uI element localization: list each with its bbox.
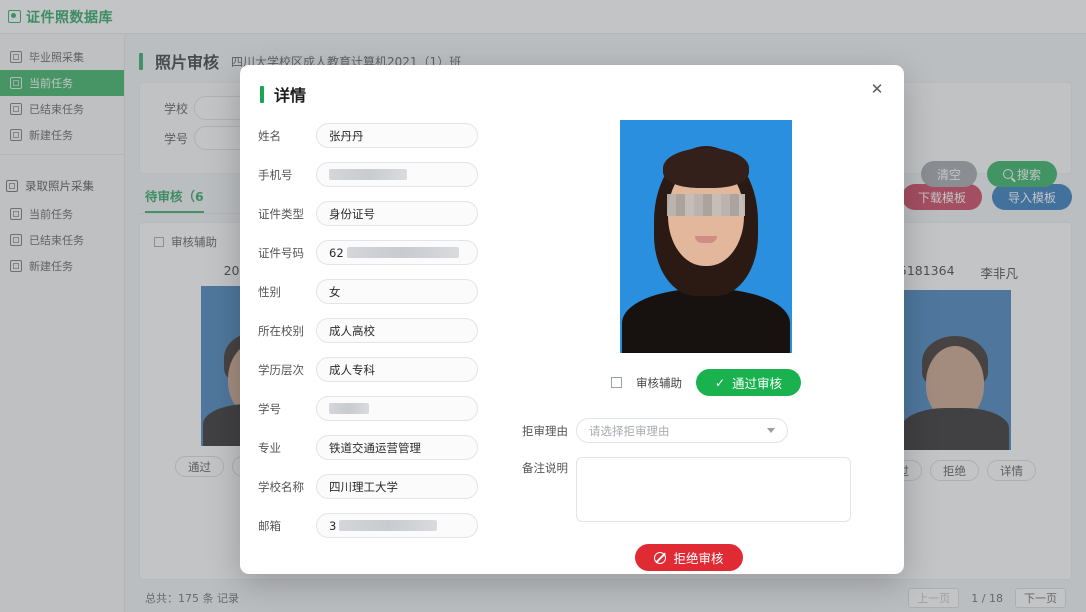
reject-reason-placeholder: 请选择拒审理由: [589, 423, 670, 438]
field-label: 手机号: [258, 167, 293, 182]
reject-review-label: 拒绝审核: [673, 551, 724, 566]
form-row-campus-type: 所在校别 成人高校: [258, 311, 502, 350]
photo-mouth: [695, 236, 717, 243]
field-value-phone[interactable]: [316, 162, 478, 187]
form-row-id-number: 证件号码 62: [258, 233, 502, 272]
approve-button[interactable]: ✓ 通过审核: [695, 369, 802, 396]
field-label: 专业: [258, 440, 281, 455]
field-label: 姓名: [258, 128, 281, 143]
field-value-major[interactable]: 铁道交通运营管理: [316, 435, 478, 460]
form-row-education-level: 学历层次 成人专科: [258, 350, 502, 389]
form-row-major: 专业 铁道交通运营管理: [258, 428, 502, 467]
field-label: 学号: [258, 401, 281, 416]
form-row-name: 姓名 张丹丹: [258, 116, 502, 155]
field-label: 证件类型: [258, 206, 304, 221]
form-row-id-type: 证件类型 身份证号: [258, 194, 502, 233]
field-value-name[interactable]: 张丹丹: [316, 123, 478, 148]
note-textarea[interactable]: [576, 457, 851, 522]
reject-reason-row: 拒审理由 请选择拒审理由: [508, 418, 904, 443]
form-row-school-name: 学校名称 四川理工大学: [258, 467, 502, 506]
field-value-campus-type[interactable]: 成人高校: [316, 318, 478, 343]
field-value-student-no[interactable]: [316, 396, 478, 421]
reject-reason-label: 拒审理由: [522, 423, 568, 438]
note-row: 备注说明: [508, 457, 904, 522]
masked-value: [346, 247, 459, 258]
reject-reason-select[interactable]: 请选择拒审理由: [576, 418, 788, 443]
reject-button-wrap: 拒绝审核: [508, 544, 904, 571]
photo-eye-mosaic: [667, 194, 745, 216]
form-row-student-no: 学号: [258, 389, 502, 428]
field-label: 学校名称: [258, 479, 304, 494]
ban-icon: [654, 551, 667, 564]
field-label: 邮箱: [258, 518, 281, 533]
modal-body: 姓名 张丹丹 手机号 证件类型 身份证号 证件号码 62 性别 女 所在校别 成…: [240, 106, 904, 571]
reject-review-button[interactable]: 拒绝审核: [635, 544, 743, 571]
form-row-gender: 性别 女: [258, 272, 502, 311]
chevron-down-icon: [767, 428, 775, 433]
field-value-gender[interactable]: 女: [316, 279, 478, 304]
modal-header: 详情: [240, 65, 904, 106]
field-value-email[interactable]: 3: [316, 513, 478, 538]
review-panel: 审核辅助 ✓ 通过审核 拒审理由 请选择拒审理由 备注说明 拒绝审核: [502, 116, 904, 571]
field-label: 性别: [258, 284, 281, 299]
field-value-education-level[interactable]: 成人专科: [316, 357, 478, 382]
masked-value: [329, 169, 407, 180]
approve-button-label: 通过审核: [732, 376, 783, 391]
photo-bangs: [663, 148, 749, 188]
field-value-school-name[interactable]: 四川理工大学: [316, 474, 478, 499]
field-label: 所在校别: [258, 323, 304, 338]
masked-value: [339, 520, 438, 531]
field-label: 学历层次: [258, 362, 304, 377]
field-value-id-type[interactable]: 身份证号: [316, 201, 478, 226]
id-number-prefix: 62: [329, 245, 344, 260]
check-icon: ✓: [714, 375, 726, 390]
form-row-phone: 手机号: [258, 155, 502, 194]
note-label: 备注说明: [522, 461, 568, 475]
close-icon[interactable]: ✕: [868, 80, 886, 98]
detail-modal: ✕ 详情 姓名 张丹丹 手机号 证件类型 身份证号 证件号码 62 性别 女 所…: [240, 65, 904, 574]
review-aux-checkbox[interactable]: [610, 377, 622, 388]
photo-shirt: [622, 289, 790, 353]
email-prefix: 3: [329, 518, 337, 533]
detail-form: 姓名 张丹丹 手机号 证件类型 身份证号 证件号码 62 性别 女 所在校别 成…: [240, 116, 502, 571]
form-row-email: 邮箱 3: [258, 506, 502, 545]
masked-value: [329, 403, 369, 414]
field-label: 证件号码: [258, 245, 304, 260]
modal-accent-bar: [260, 85, 264, 103]
review-aux-label: 审核辅助: [635, 375, 682, 390]
modal-title: 详情: [274, 86, 307, 105]
field-value-id-number[interactable]: 62: [316, 240, 478, 265]
student-id-photo: [620, 120, 792, 353]
review-aux-row: 审核辅助 ✓ 通过审核: [508, 369, 904, 396]
